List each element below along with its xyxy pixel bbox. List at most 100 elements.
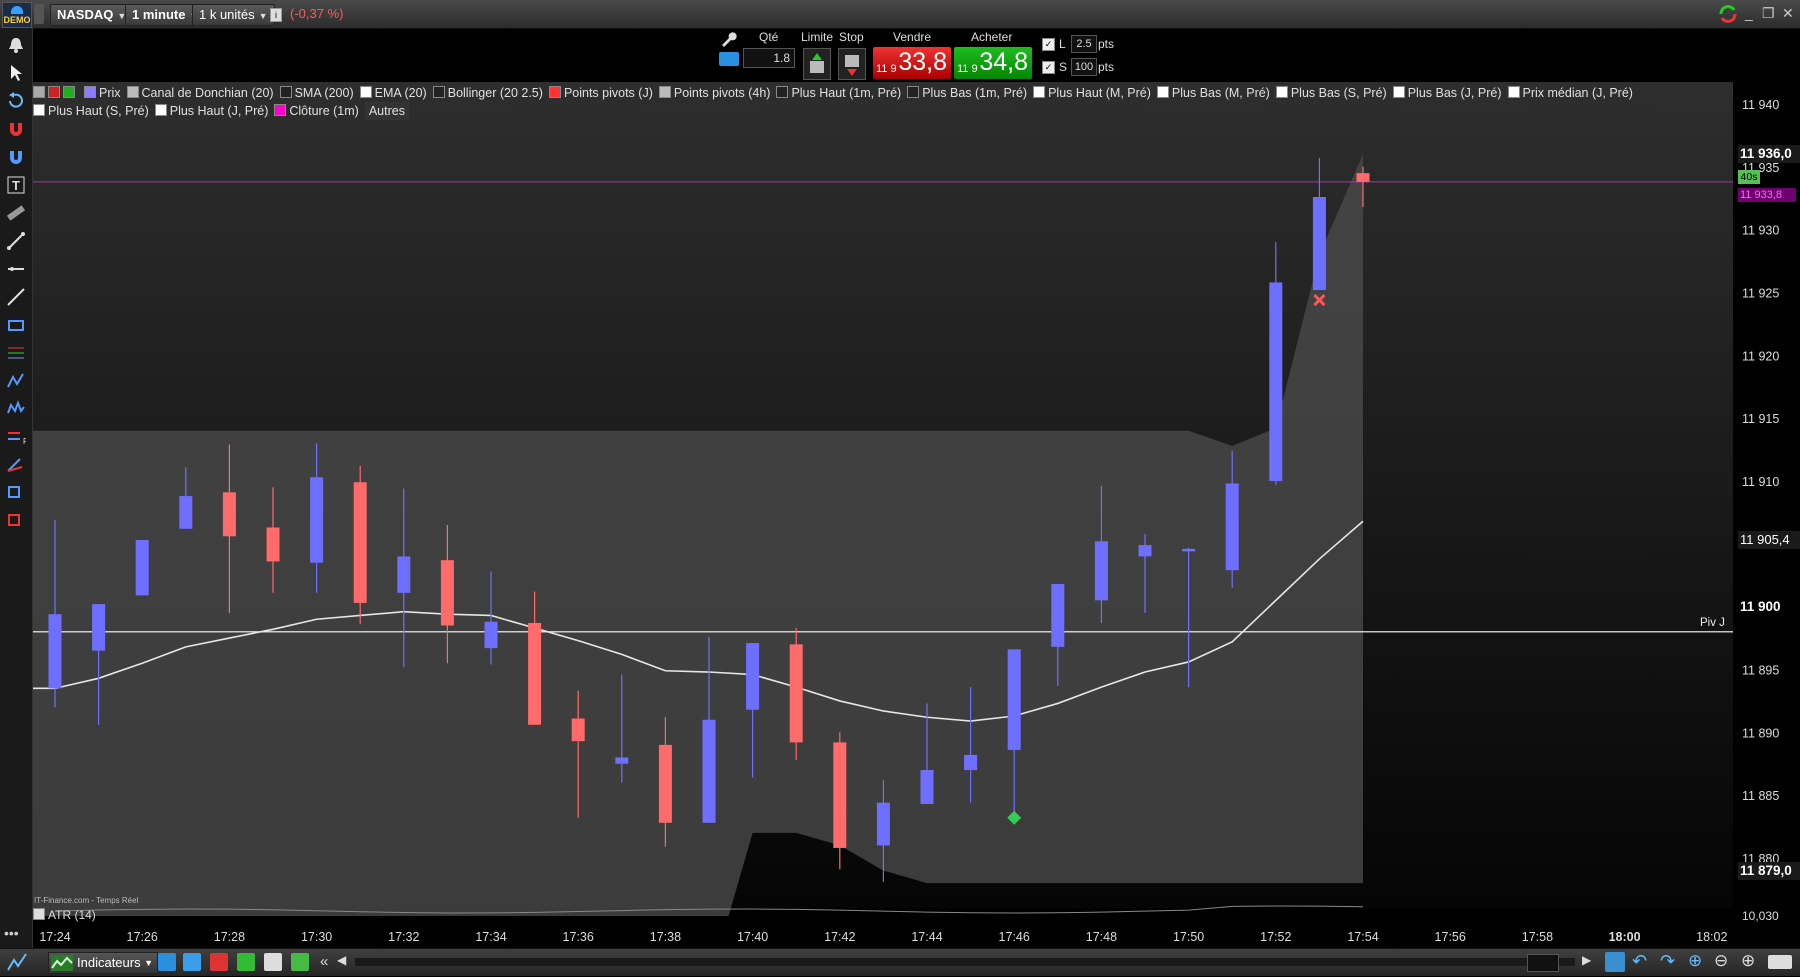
legend-item[interactable]: Points pivots (4h) (658, 84, 771, 102)
price-tick-label: 11 920 (1742, 349, 1779, 363)
time-tick-label: 17:38 (650, 930, 681, 944)
sell-button[interactable]: 11 9 33,8 (873, 47, 951, 79)
buy-button[interactable]: 11 9 34,8 (954, 47, 1032, 79)
legend-item[interactable]: Clôture (1m) (274, 102, 359, 120)
legend-label: Autres (368, 104, 405, 118)
candle-body (1051, 584, 1065, 647)
copy-icon[interactable] (183, 953, 201, 971)
price-change: (-0,37 %) (290, 6, 344, 21)
bottom-toolbar: Indicateurs ▼ « ◀ ▶ ↶ ↷ ⊕ ⊖ ⊕ (0, 948, 1800, 976)
stop-order-button[interactable] (838, 48, 866, 80)
timeframe-label: 1 minute (132, 7, 186, 22)
legend-item[interactable]: Canal de Donchian (20) (126, 84, 274, 102)
legend-label: Bollinger (20 2.5) (447, 86, 543, 100)
limit-order-button[interactable] (803, 48, 831, 80)
legend-item[interactable]: Autres (364, 102, 409, 120)
scroll-right-icon[interactable]: ▶ (1582, 953, 1591, 967)
candle-body (484, 621, 498, 649)
export-icon[interactable] (291, 953, 309, 971)
legend-label: Plus Bas (M, Pré) (1171, 86, 1270, 100)
legend-item[interactable]: Prix médian (J, Pré) (1507, 84, 1633, 102)
order-panel: Qté 1.8 Limite Stop Vendre 11 9 33,8 Ach… (715, 28, 1125, 80)
legend-item[interactable]: Plus Haut (M, Pré) (1033, 84, 1151, 102)
share-icon[interactable] (158, 953, 176, 971)
pointer-icon[interactable] (4, 62, 28, 84)
stop-pts-checkbox[interactable]: ✓ (1042, 61, 1055, 74)
scrollbar-thumb[interactable] (1527, 954, 1559, 972)
legend-item[interactable]: SMA (200) (279, 84, 354, 102)
candle-body (353, 482, 367, 603)
candle-body (1138, 545, 1152, 557)
indicators-label: Indicateurs (77, 955, 141, 970)
limit-pts-checkbox[interactable]: ✓ (1042, 38, 1055, 51)
atr-label: ATR (14) (33, 908, 96, 922)
zoom-in-icon[interactable]: ⊕ (1741, 951, 1755, 971)
legend-item[interactable]: Plus Bas (1m, Pré) (907, 84, 1027, 102)
price-chart[interactable]: 11 94011 93511 93011 92511 92011 91511 9… (0, 82, 1800, 948)
alert-bell-icon[interactable] (4, 34, 28, 56)
minimize-icon[interactable]: _ (1745, 5, 1753, 21)
time-scrollbar[interactable] (355, 958, 1575, 966)
atr-label-text: ATR (14) (48, 908, 96, 922)
l-pts-input[interactable]: 2.5 (1071, 35, 1097, 53)
qty-label: Qté (759, 30, 779, 44)
sync-icon[interactable] (1718, 5, 1738, 26)
s-label: S (1059, 60, 1068, 74)
keyboard-icon[interactable] (719, 52, 739, 66)
candle-body (789, 644, 803, 743)
legend-delete-icon[interactable] (48, 86, 60, 98)
stop-label: Stop (839, 30, 864, 44)
close-icon[interactable]: ✕ (1782, 5, 1794, 22)
keyboard-icon[interactable] (1768, 955, 1792, 969)
grid-icon[interactable] (237, 953, 255, 971)
close-price-badge: 11 933,8 (1738, 188, 1796, 202)
legend-item[interactable]: EMA (20) (359, 84, 427, 102)
legend-item[interactable]: Plus Haut (S, Pré) (33, 102, 149, 120)
s-pts-input[interactable]: 100 (1071, 58, 1097, 76)
info-icon[interactable]: i (270, 8, 282, 22)
indicators-button[interactable]: Indicateurs ▼ (48, 952, 158, 974)
report-icon[interactable] (210, 953, 228, 971)
restore-icon[interactable]: ❐ (1762, 5, 1775, 22)
price-axis (1733, 82, 1800, 908)
legend-swatch (432, 86, 445, 98)
time-tick-label: 17:26 (127, 930, 158, 944)
draw-mode-icon[interactable] (6, 952, 36, 972)
units-select[interactable]: 1 k unités ▼ (192, 4, 275, 26)
legend-item[interactable]: Plus Bas (S, Pré) (1275, 84, 1387, 102)
legend-bell-icon[interactable] (33, 86, 45, 98)
candle-body (528, 623, 542, 725)
undo-icon[interactable]: ↶ (1632, 951, 1647, 972)
more-dots-icon[interactable]: ••• (4, 925, 19, 941)
legend-tools[interactable] (33, 84, 78, 102)
legend-item[interactable]: Points pivots (J) (548, 84, 653, 102)
scroll-left-icon[interactable]: ◀ (337, 953, 346, 967)
legend-swatch (658, 86, 671, 98)
window-icon[interactable] (264, 953, 282, 971)
candle-body (615, 757, 629, 764)
legend-item[interactable]: Plus Haut (1m, Pré) (776, 84, 901, 102)
wrench-icon[interactable] (719, 32, 737, 48)
grip-handle[interactable] (34, 4, 44, 24)
legend-item[interactable]: Bollinger (20 2.5) (432, 84, 543, 102)
legend-item[interactable]: Plus Bas (J, Pré) (1392, 84, 1502, 102)
candle-body (571, 718, 585, 742)
instrument-select[interactable]: NASDAQ ▼ (50, 4, 134, 26)
time-tick-label: 17:46 (999, 930, 1030, 944)
redo-icon[interactable]: ↷ (1660, 951, 1675, 972)
legend-swatch (907, 86, 920, 98)
zoom-out-icon[interactable]: ⊖ (1714, 951, 1728, 971)
legend-swatch (1507, 86, 1520, 98)
collapse-icon[interactable]: « (320, 953, 328, 970)
pivot-price-badge: 11 900 (1740, 599, 1781, 614)
legend-item[interactable]: Prix (84, 84, 121, 102)
calendar-icon[interactable] (1605, 952, 1625, 972)
legend-add-icon[interactable] (63, 86, 75, 98)
legend-label: Points pivots (4h) (673, 86, 771, 100)
qty-input[interactable]: 1.8 (743, 48, 795, 68)
legend-item[interactable]: Plus Haut (J, Pré) (154, 102, 268, 120)
zoom-fit-icon[interactable]: ⊕ (1688, 951, 1702, 971)
legend-item[interactable]: Plus Bas (M, Pré) (1156, 84, 1270, 102)
l-unit: pts (1098, 37, 1115, 51)
price-tick-label: 11 915 (1742, 412, 1779, 426)
